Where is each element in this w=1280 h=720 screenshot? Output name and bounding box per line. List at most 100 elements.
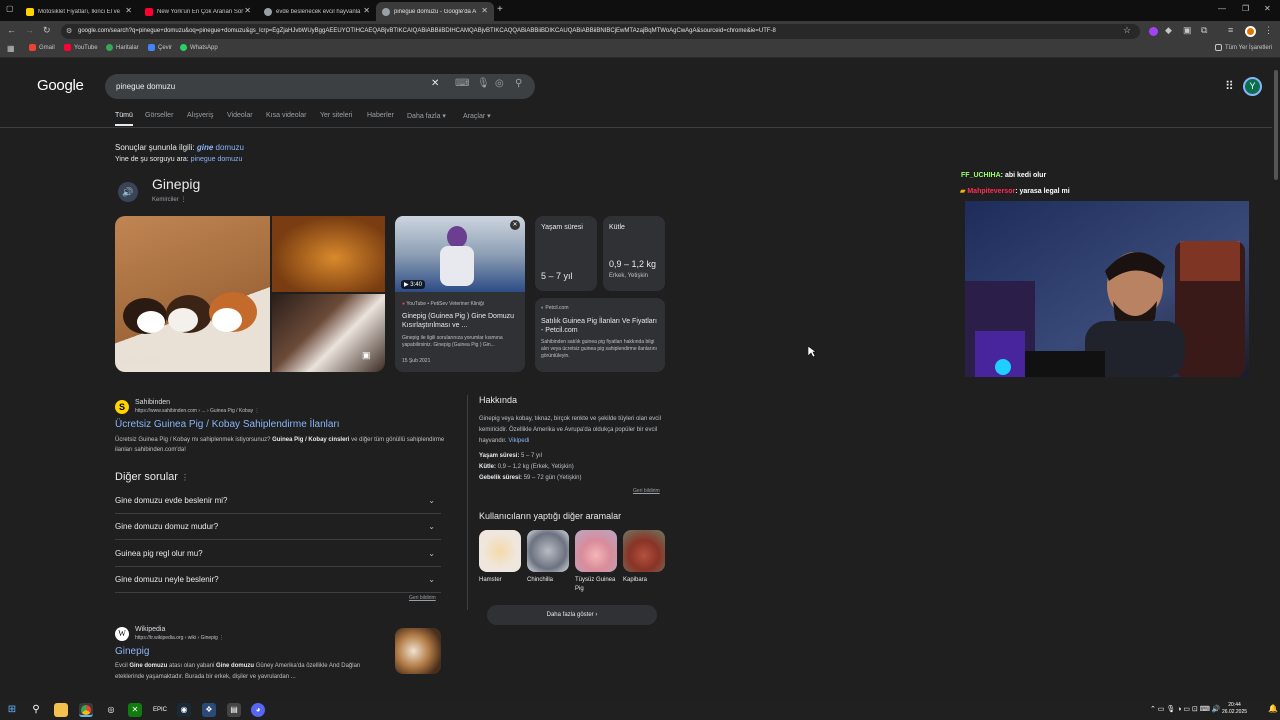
guinea-pig-image-orange[interactable] bbox=[272, 216, 385, 292]
system-tray[interactable]: ⌃ ▭ 🎙 ◑ ▭ ⊡ ⌨ 🔊 bbox=[1150, 705, 1221, 713]
taskbar-clock[interactable]: 20:44 26.02.2025 bbox=[1222, 702, 1247, 716]
lens-icon[interactable]: ◎ bbox=[495, 78, 504, 89]
file-explorer-icon[interactable] bbox=[54, 703, 68, 717]
browser-tab[interactable]: evde beslenecek evcil hayvanla ✕ bbox=[258, 2, 376, 21]
paa-question[interactable]: Gine domuzu neyle beslenir? ⌄ bbox=[115, 567, 441, 593]
guinea-pig-image-longhair[interactable]: ▣ bbox=[272, 294, 385, 372]
tab-tools[interactable]: Araçlar ▾ bbox=[463, 112, 491, 120]
tab-places[interactable]: Yer siteleri bbox=[320, 112, 352, 119]
profile-avatar[interactable] bbox=[1245, 26, 1256, 37]
search-icon[interactable]: ⚲ bbox=[29, 703, 43, 717]
paa-question[interactable]: Gine domuzu evde beslenir mi? ⌄ bbox=[115, 488, 441, 514]
related-image-chinchilla[interactable] bbox=[527, 530, 569, 572]
chrome-icon[interactable] bbox=[79, 703, 93, 717]
xbox-icon[interactable]: ✕ bbox=[128, 703, 142, 717]
related-image-hamster[interactable] bbox=[479, 530, 521, 572]
notification-icon[interactable]: 🔔 bbox=[1268, 704, 1278, 713]
clear-search-icon[interactable]: ✕ bbox=[431, 78, 439, 89]
menu-icon[interactable]: ⋮ bbox=[1264, 25, 1273, 36]
epic-games-icon[interactable]: EPIC bbox=[153, 703, 167, 717]
petcil-title[interactable]: Satılık Guinea Pig İlanları Ve Fiyatları… bbox=[541, 317, 661, 335]
gallery-icon[interactable]: ▣ bbox=[362, 350, 371, 361]
result-title-link[interactable]: Ücretsiz Guinea Pig / Kobay Sahiplendirm… bbox=[115, 419, 340, 430]
reload-icon[interactable]: ↻ bbox=[43, 25, 51, 36]
speaker-icon[interactable]: 🔊 bbox=[118, 182, 138, 202]
tab-search-icon[interactable]: ▢ bbox=[6, 4, 14, 13]
minimize-icon[interactable]: — bbox=[1218, 4, 1226, 13]
wikipedia-thumbnail[interactable] bbox=[395, 628, 441, 674]
google-logo[interactable]: Google bbox=[37, 77, 84, 94]
tab-shopping[interactable]: Alışveriş bbox=[187, 112, 213, 119]
tab-videos[interactable]: Videolar bbox=[227, 112, 253, 119]
extension-icon[interactable]: ◆ bbox=[1165, 25, 1172, 36]
bookmark-youtube[interactable]: YouTube bbox=[64, 44, 98, 51]
video-card[interactable]: ✕ ▶ 3:40 ● YouTube • PetiSev Veteriner K… bbox=[395, 216, 525, 372]
extension-icon[interactable] bbox=[1149, 27, 1158, 36]
video-title[interactable]: Ginepig (Guinea Pig ) Gine Domuzu Kısırl… bbox=[402, 312, 520, 330]
tab-images[interactable]: Görseller bbox=[145, 112, 173, 119]
fact-card-mass[interactable]: Kütle 0,9 – 1,2 kg Erkek, Yetişkin bbox=[603, 216, 665, 291]
apps-grid-icon[interactable]: ▦ bbox=[7, 44, 15, 53]
extension-icon[interactable]: ▣ bbox=[1183, 25, 1192, 36]
maximize-icon[interactable]: ❐ bbox=[1242, 4, 1249, 13]
more-options-icon[interactable]: ⋮ bbox=[219, 635, 224, 641]
feedback-link[interactable]: Geri bildirim bbox=[633, 488, 660, 494]
extensions-puzzle-icon[interactable]: ⧉ bbox=[1201, 25, 1207, 36]
browser-tab[interactable]: Motosiklet Fiyatları, İkinci El ve ✕ bbox=[20, 2, 138, 21]
related-label[interactable]: Kapibara bbox=[623, 576, 665, 585]
all-bookmarks[interactable]: Tüm Yer İşaretleri bbox=[1215, 44, 1272, 51]
corrected-query-link[interactable]: gine domuzu bbox=[197, 143, 244, 152]
bookmark-translate[interactable]: Çevir bbox=[148, 44, 172, 51]
microphone-icon[interactable]: 🎙 bbox=[477, 78, 490, 89]
close-icon[interactable]: ✕ bbox=[510, 220, 520, 230]
more-options-icon[interactable]: ⋮ bbox=[181, 473, 189, 482]
page-scrollbar[interactable] bbox=[1272, 58, 1280, 700]
scrollbar-thumb[interactable] bbox=[1274, 70, 1278, 180]
related-image-capybara[interactable] bbox=[623, 530, 665, 572]
related-label[interactable]: Hamster bbox=[479, 576, 521, 585]
address-bar[interactable]: google.com/search?q=pinegue+domuzu&oq=pi… bbox=[61, 24, 1140, 39]
paa-question[interactable]: Gine domuzu domuz mudur? ⌄ bbox=[115, 514, 441, 540]
back-icon[interactable]: ← bbox=[7, 25, 16, 35]
close-tab-icon[interactable]: ✕ bbox=[363, 6, 370, 15]
paa-question[interactable]: Guinea pig regl olur mu? ⌄ bbox=[115, 541, 441, 567]
browser-tab-active[interactable]: pinegue domuzu - Google'da A ✕ bbox=[376, 2, 494, 21]
forward-icon[interactable]: → bbox=[25, 25, 34, 35]
feedback-link[interactable]: Geri bildirim bbox=[409, 595, 436, 601]
more-options-icon[interactable]: ⋮ bbox=[255, 408, 260, 414]
more-options-icon[interactable]: ⋮ bbox=[180, 197, 186, 203]
keyboard-icon[interactable]: ⌨ bbox=[455, 78, 469, 89]
discord-icon[interactable]: ◕ bbox=[251, 703, 265, 717]
original-query-link[interactable]: pinegue domuzu bbox=[191, 156, 243, 163]
close-tab-icon[interactable]: ✕ bbox=[481, 6, 488, 15]
steam-icon[interactable]: ◉ bbox=[177, 703, 191, 717]
wikipedia-link[interactable]: Vikipedi bbox=[508, 438, 529, 444]
search-icon[interactable]: ⚲ bbox=[515, 78, 522, 89]
site-info-icon[interactable]: ⚙ bbox=[66, 27, 72, 35]
related-label[interactable]: Tüysüz Guinea Pig bbox=[575, 576, 617, 594]
tab-short-videos[interactable]: Kısa videolar bbox=[266, 112, 306, 119]
account-avatar[interactable]: Y bbox=[1243, 77, 1262, 96]
browser-tab[interactable]: New York'un En Çok Aranan Sör ✕ bbox=[139, 2, 257, 21]
related-label[interactable]: Chinchilla bbox=[527, 576, 569, 585]
close-window-icon[interactable]: ✕ bbox=[1264, 4, 1271, 13]
petcil-card[interactable]: ◐ Petcil.com Satılık Guinea Pig İlanları… bbox=[535, 298, 665, 372]
bookmark-maps[interactable]: Haritalar bbox=[106, 44, 139, 51]
app-icon[interactable]: ▤ bbox=[227, 703, 241, 717]
bookmark-star-icon[interactable]: ☆ bbox=[1123, 25, 1131, 36]
google-apps-icon[interactable]: ⠿ bbox=[1225, 79, 1234, 93]
app-icon[interactable]: ❖ bbox=[202, 703, 216, 717]
bookmark-gmail[interactable]: Gmail bbox=[29, 44, 55, 51]
search-input[interactable]: pinegue domuzu bbox=[105, 74, 535, 99]
close-tab-icon[interactable]: ✕ bbox=[125, 6, 132, 15]
tab-all[interactable]: Tümü bbox=[115, 112, 133, 119]
download-icon[interactable]: ≡ bbox=[1228, 25, 1233, 35]
tab-news[interactable]: Haberler bbox=[367, 112, 394, 119]
new-tab-button[interactable]: + bbox=[497, 4, 503, 15]
fact-card-lifespan[interactable]: Yaşam süresi 5 – 7 yıl bbox=[535, 216, 597, 291]
windows-start-icon[interactable]: ⊞ bbox=[5, 703, 19, 717]
tab-more[interactable]: Daha fazla ▾ bbox=[407, 112, 446, 120]
close-tab-icon[interactable]: ✕ bbox=[244, 6, 251, 15]
show-more-button[interactable]: Daha fazla göster › bbox=[487, 605, 657, 625]
app-icon[interactable]: ◎ bbox=[104, 703, 118, 717]
